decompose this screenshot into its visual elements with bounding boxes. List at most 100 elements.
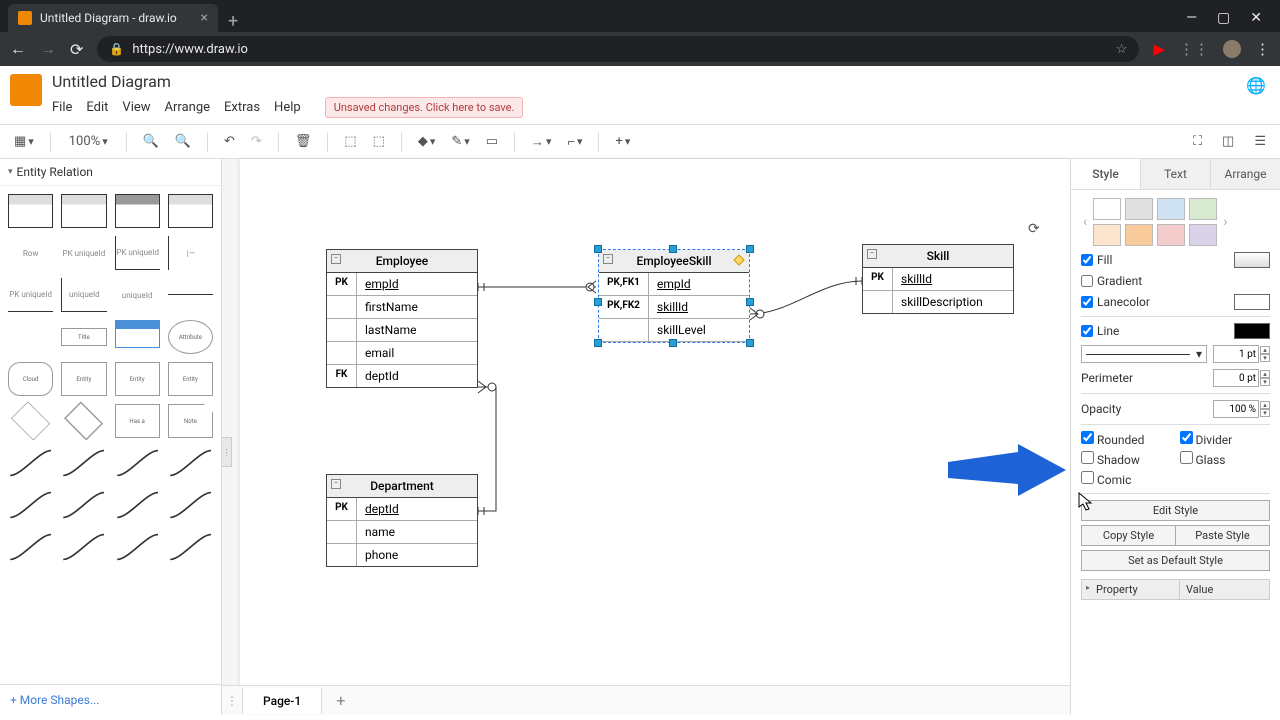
shape-note[interactable]: Note <box>168 404 213 438</box>
color-swatch[interactable] <box>1093 198 1121 220</box>
shape-table[interactable] <box>8 194 53 228</box>
color-swatch[interactable] <box>1189 224 1217 246</box>
tab-style[interactable]: Style <box>1071 159 1141 189</box>
tab-close-icon[interactable]: × <box>201 10 208 26</box>
shape-relation[interactable] <box>8 530 53 564</box>
line-style-dropdown[interactable]: ▾ <box>1081 345 1207 363</box>
opacity-field[interactable] <box>1213 400 1259 418</box>
tab-arrange[interactable]: Arrange <box>1211 159 1280 189</box>
shape-relation[interactable] <box>168 488 213 522</box>
profile-avatar[interactable] <box>1223 40 1241 58</box>
entity-employeeskill[interactable]: −EmployeeSkill PK,FK1empId PK,FK2skillId… <box>598 249 750 343</box>
shape-diamond[interactable] <box>11 401 50 440</box>
shape-relation[interactable] <box>61 488 106 522</box>
footer-drag-icon[interactable]: ⋮ <box>222 694 242 708</box>
menu-arrange[interactable]: Arrange <box>165 100 210 115</box>
shape-relation[interactable] <box>115 530 160 564</box>
undo-icon[interactable]: ↶ <box>218 130 241 153</box>
shape-rect-blue[interactable] <box>115 320 160 348</box>
shape-entity[interactable]: Entity <box>168 362 213 396</box>
app-logo[interactable] <box>10 74 42 106</box>
add-page-button[interactable]: + <box>322 685 359 716</box>
shape-thumb[interactable]: uniqueId <box>115 278 160 312</box>
sidebar-collapse-handle[interactable]: ⋮ <box>222 437 232 467</box>
browser-tab[interactable]: Untitled Diagram - draw.io × <box>8 4 218 32</box>
shape-relation[interactable] <box>168 530 213 564</box>
entity-skill[interactable]: −Skill PKskillId skillDescription <box>862 244 1014 314</box>
zoom-in-icon[interactable]: 🔍 <box>137 130 165 153</box>
more-shapes-link[interactable]: + More Shapes... <box>0 684 221 715</box>
shape-rect[interactable]: Title <box>61 328 106 346</box>
new-tab-button[interactable]: + <box>218 11 248 32</box>
shape-thumb[interactable]: PK uniqueId <box>115 236 160 270</box>
shape-table[interactable] <box>115 194 160 228</box>
to-front-icon[interactable]: ⬚ <box>338 130 362 153</box>
format-panel-icon[interactable]: ◫ <box>1216 130 1240 153</box>
ext-icon[interactable]: ⋮⋮ <box>1179 40 1209 58</box>
menu-edit[interactable]: Edit <box>86 100 108 115</box>
paste-style-button[interactable]: Paste Style <box>1175 525 1270 546</box>
window-close-icon[interactable]: ✕ <box>1250 10 1262 26</box>
shape-relation[interactable] <box>168 446 213 480</box>
divider-checkbox[interactable] <box>1180 431 1193 444</box>
line-checkbox[interactable] <box>1081 325 1093 337</box>
color-swatch[interactable] <box>1125 224 1153 246</box>
rounded-checkbox[interactable] <box>1081 431 1094 444</box>
fill-checkbox[interactable] <box>1081 254 1093 266</box>
tab-text[interactable]: Text <box>1141 159 1211 189</box>
youtube-ext-icon[interactable]: ▶ <box>1153 40 1165 58</box>
shape-relation[interactable] <box>61 446 106 480</box>
shape-relation[interactable] <box>8 488 53 522</box>
document-title[interactable]: Untitled Diagram <box>52 72 523 91</box>
comic-checkbox[interactable] <box>1081 471 1094 484</box>
sidebar-section-header[interactable]: Entity Relation <box>0 159 221 186</box>
unsaved-warning[interactable]: Unsaved changes. Click here to save. <box>325 97 524 118</box>
back-button[interactable]: ← <box>10 39 26 59</box>
line-color-button[interactable] <box>1234 323 1270 339</box>
shape-rect[interactable]: Has a <box>115 404 160 438</box>
reload-button[interactable]: ⟳ <box>70 40 83 59</box>
view-mode-button[interactable]: ▦▾ <box>8 130 40 153</box>
glass-checkbox[interactable] <box>1180 451 1193 464</box>
shape-entity[interactable]: Entity <box>115 362 160 396</box>
redo-icon[interactable]: ↷ <box>245 130 268 153</box>
spinner-up-icon[interactable]: ▴ <box>1260 346 1270 354</box>
globe-icon[interactable]: 🌐 <box>1246 76 1266 95</box>
window-maximize-icon[interactable]: ▢ <box>1217 10 1230 26</box>
copy-style-button[interactable]: Copy Style <box>1081 525 1175 546</box>
waypoint-icon[interactable]: ⌐▾ <box>561 130 588 154</box>
forward-button[interactable]: → <box>40 39 56 59</box>
entity-department[interactable]: −Department PKdeptId name phone <box>326 474 478 567</box>
rotate-handle-icon[interactable]: ⟳ <box>1028 221 1040 237</box>
window-minimize-icon[interactable]: — <box>1186 10 1197 26</box>
lanecolor-button[interactable] <box>1234 294 1270 310</box>
color-swatch[interactable] <box>1093 224 1121 246</box>
shape-hline[interactable] <box>168 294 213 295</box>
shape-relation[interactable] <box>115 488 160 522</box>
color-swatch[interactable] <box>1189 198 1217 220</box>
shadow-checkbox[interactable] <box>1081 451 1094 464</box>
menu-file[interactable]: File <box>52 100 72 115</box>
perimeter-field[interactable] <box>1213 369 1259 387</box>
entity-employee[interactable]: −Employee PKempId firstName lastName ema… <box>326 249 478 388</box>
browser-menu-icon[interactable]: ⋮ <box>1255 40 1270 58</box>
shape-diamond[interactable] <box>64 401 103 440</box>
gradient-checkbox[interactable] <box>1081 275 1093 287</box>
zoom-dropdown[interactable]: 100% ▾ <box>61 130 116 153</box>
shape-cloud[interactable]: Cloud <box>8 362 53 396</box>
shape-relation[interactable] <box>61 530 106 564</box>
shape-row-label[interactable]: Row <box>8 236 53 270</box>
insert-icon[interactable]: +▾ <box>609 130 636 153</box>
color-swatch[interactable] <box>1157 224 1185 246</box>
shadow-icon[interactable]: ▭ <box>480 130 504 153</box>
swatch-prev-icon[interactable]: ‹ <box>1081 214 1089 230</box>
line-color-icon[interactable]: ✎▾ <box>445 130 475 153</box>
zoom-out-icon[interactable]: 🔍 <box>169 130 197 153</box>
canvas-area[interactable]: ⋮ −Employee <box>222 159 1070 715</box>
swatch-next-icon[interactable]: › <box>1221 214 1229 230</box>
star-icon[interactable]: ☆ <box>1116 42 1128 57</box>
color-swatch[interactable] <box>1157 198 1185 220</box>
shape-entity[interactable]: Entity <box>61 362 106 396</box>
fullscreen-icon[interactable]: ⛶ <box>1187 130 1208 153</box>
shape-circle[interactable]: Attribute <box>168 320 213 354</box>
